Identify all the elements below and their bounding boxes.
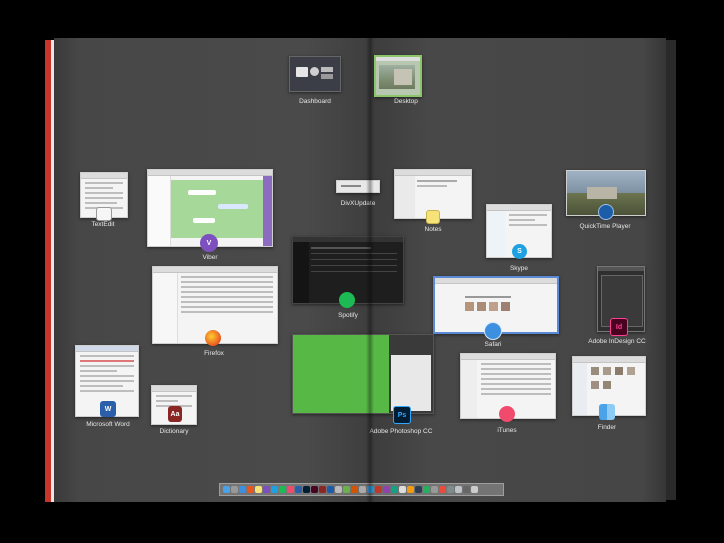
dock-item[interactable] [327, 486, 334, 493]
safari-icon [484, 322, 502, 340]
itunes-icon [499, 406, 515, 422]
dictionary-icon: Aa [168, 406, 182, 422]
dock[interactable] [219, 483, 504, 496]
dock-item[interactable] [279, 486, 286, 493]
textedit-label: TextEdit [91, 221, 115, 228]
word-label: Microsoft Word [86, 421, 130, 428]
dock-item[interactable] [471, 486, 478, 493]
dock-item[interactable] [271, 486, 278, 493]
dock-item[interactable] [295, 486, 302, 493]
dock-item[interactable] [415, 486, 422, 493]
dashboard-space-thumbnail[interactable] [289, 56, 341, 92]
notes-label: Notes [424, 226, 442, 233]
dictionary-label: Dictionary [159, 428, 189, 435]
indesign-icon: Id [610, 318, 628, 336]
spotify-icon [339, 292, 355, 308]
photoshop-window[interactable] [292, 334, 434, 414]
dock-item[interactable] [239, 486, 246, 493]
dock-item[interactable] [383, 486, 390, 493]
dock-item[interactable] [287, 486, 294, 493]
dock-item[interactable] [311, 486, 318, 493]
viber-icon: V [200, 234, 218, 252]
word-icon: W [100, 401, 116, 417]
skype-icon: S [512, 244, 527, 259]
finder-icon [599, 404, 615, 420]
photoshop-icon: Ps [393, 406, 411, 424]
dock-item[interactable] [223, 486, 230, 493]
dock-item[interactable] [231, 486, 238, 493]
dock-item[interactable] [447, 486, 454, 493]
dock-item[interactable] [391, 486, 398, 493]
dock-item[interactable] [335, 486, 342, 493]
dock-item[interactable] [247, 486, 254, 493]
dock-item[interactable] [407, 486, 414, 493]
dock-item[interactable] [263, 486, 270, 493]
photoshop-label: Adobe Photoshop CC [369, 428, 433, 435]
safari-label: Safari [484, 341, 502, 348]
desktop-space-thumbnail[interactable] [374, 55, 422, 97]
textedit-icon [96, 207, 112, 221]
skype-label: Skype [509, 265, 529, 272]
dock-item[interactable] [423, 486, 430, 493]
spotify-label: Spotify [338, 312, 358, 319]
book-page-edge [666, 40, 676, 500]
dock-item[interactable] [431, 486, 438, 493]
firefox-icon [205, 330, 221, 346]
dock-item[interactable] [319, 486, 326, 493]
dashboard-label: Dashboard [299, 98, 331, 105]
dock-item[interactable] [463, 486, 470, 493]
dock-item[interactable] [455, 486, 462, 493]
dock-item[interactable] [399, 486, 406, 493]
notes-icon [426, 210, 440, 224]
viber-label: Viber [202, 254, 218, 261]
dock-item[interactable] [359, 486, 366, 493]
dock-item[interactable] [439, 486, 446, 493]
dock-item[interactable] [303, 486, 310, 493]
itunes-label: iTunes [497, 427, 517, 434]
quicktime-label: QuickTime Player [579, 223, 631, 230]
finder-label: Finder [597, 424, 617, 431]
desktop-label: Desktop [394, 98, 418, 105]
indesign-label: Adobe InDesign CC [588, 338, 646, 345]
dock-item[interactable] [351, 486, 358, 493]
dock-item[interactable] [375, 486, 382, 493]
quicktime-icon [598, 204, 614, 220]
book-spine-stripe [51, 40, 54, 502]
dock-item[interactable] [255, 486, 262, 493]
firefox-label: Firefox [204, 350, 224, 357]
book-fold-shadow [366, 38, 374, 502]
dock-item[interactable] [343, 486, 350, 493]
